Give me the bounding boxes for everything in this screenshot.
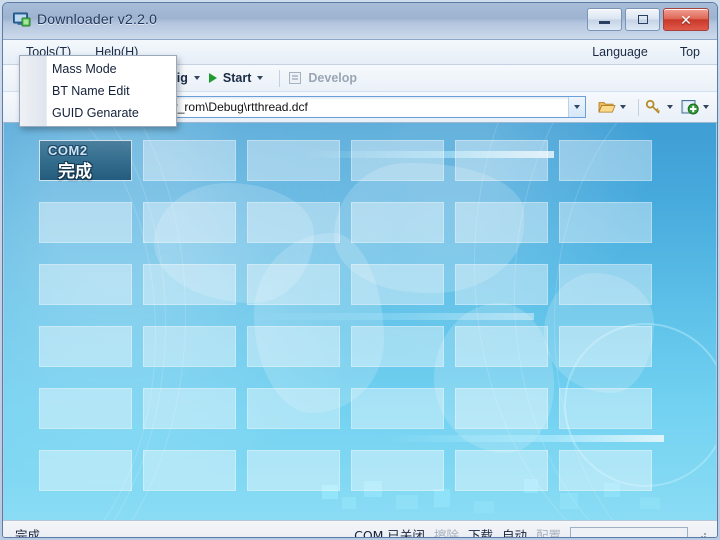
progress-bar (570, 527, 688, 537)
device-slot[interactable] (143, 326, 236, 367)
config-chevron-down-icon[interactable] (193, 76, 200, 80)
device-slot[interactable] (247, 140, 340, 181)
develop-button[interactable]: Develop (308, 71, 357, 85)
document-icon (289, 72, 302, 84)
device-slot[interactable] (351, 202, 444, 243)
device-slot[interactable] (351, 388, 444, 429)
device-slot[interactable] (247, 202, 340, 243)
device-slot[interactable] (559, 388, 652, 429)
minimize-icon (599, 21, 610, 24)
device-slot[interactable] (39, 202, 132, 243)
import-chevron-down-icon[interactable] (703, 105, 709, 109)
menu-item-language[interactable]: Language (587, 43, 653, 61)
resize-grip-icon[interactable] (697, 529, 707, 537)
window-frame: Downloader v2.2.0 ✕ Tools(T) Help(H) Lan… (2, 2, 718, 538)
toolbar-separator (279, 69, 281, 87)
title-bar: Downloader v2.2.0 ✕ (3, 3, 717, 40)
device-slot[interactable] (39, 388, 132, 429)
device-slot[interactable] (143, 388, 236, 429)
device-slot[interactable] (247, 450, 340, 491)
status-message: 完成 (15, 527, 41, 538)
menu-right-items: Language Top (587, 40, 705, 64)
path-dropdown-button[interactable] (568, 97, 585, 117)
device-canvas[interactable]: COM2 完成 (3, 123, 717, 520)
device-slot[interactable] (455, 450, 548, 491)
toolbar-separator (638, 98, 639, 116)
device-slot[interactable] (143, 264, 236, 305)
import-button[interactable] (680, 96, 716, 118)
device-slot[interactable] (143, 140, 236, 181)
key-chevron-down-icon[interactable] (667, 105, 673, 109)
device-slot[interactable] (455, 264, 548, 305)
close-icon: ✕ (680, 11, 692, 28)
status-download[interactable]: 下载 (468, 525, 493, 538)
device-slot[interactable] (351, 140, 444, 181)
device-slot[interactable] (247, 326, 340, 367)
device-slot[interactable] (455, 388, 548, 429)
status-com-state: COM 已关闭 (354, 527, 425, 538)
device-slot[interactable] (559, 264, 652, 305)
device-slot[interactable] (455, 202, 548, 243)
device-slot-active[interactable]: COM2 完成 (39, 140, 132, 182)
status-indicators: COM 已关闭 擦除 下载 自动 配置 (354, 521, 707, 538)
menu-item-mass-mode[interactable]: Mass Mode (20, 58, 176, 80)
path-toolbar-buttons (597, 92, 716, 122)
start-chevron-down-icon[interactable] (257, 76, 264, 80)
device-slot[interactable] (455, 140, 548, 181)
device-slot-state: 完成 (58, 162, 92, 182)
minimize-button[interactable] (587, 8, 622, 31)
window-controls: ✕ (587, 8, 709, 31)
device-slot[interactable] (351, 326, 444, 367)
close-button[interactable]: ✕ (663, 8, 709, 31)
device-slot[interactable] (143, 450, 236, 491)
play-icon (208, 73, 217, 83)
device-slot[interactable] (247, 388, 340, 429)
device-slot[interactable] (39, 326, 132, 367)
window-title: Downloader v2.2.0 (37, 11, 158, 27)
status-bar: 完成 COM 已关闭 擦除 下载 自动 配置 (3, 520, 717, 538)
open-folder-chevron-down-icon[interactable] (620, 105, 626, 109)
device-slot[interactable] (39, 450, 132, 491)
device-slot[interactable] (247, 264, 340, 305)
device-slot[interactable] (351, 264, 444, 305)
device-slot-port: COM2 (48, 143, 88, 158)
folder-open-icon (598, 102, 616, 113)
device-slot[interactable] (143, 202, 236, 243)
status-erase[interactable]: 擦除 (434, 525, 459, 538)
menu-item-top[interactable]: Top (675, 43, 705, 61)
status-config[interactable]: 配置 (536, 525, 561, 538)
green-plus-icon (681, 100, 699, 115)
menu-item-bt-name-edit[interactable]: BT Name Edit (20, 80, 176, 102)
key-button[interactable] (644, 96, 680, 118)
device-slot[interactable] (351, 450, 444, 491)
device-slot[interactable] (559, 202, 652, 243)
menu-item-guid-generate[interactable]: GUID Genarate (20, 102, 176, 124)
device-slot[interactable] (39, 264, 132, 305)
tools-dropdown-menu[interactable]: Mass Mode BT Name Edit GUID Genarate (19, 55, 177, 127)
open-folder-button[interactable] (597, 96, 633, 118)
monitor-icon (13, 12, 31, 27)
chevron-down-icon (574, 105, 580, 109)
application-window: Downloader v2.2.0 ✕ Tools(T) Help(H) Lan… (0, 0, 720, 540)
device-slot[interactable] (559, 450, 652, 491)
maximize-icon (637, 15, 648, 24)
toolbar-items: nfig Start Develop (165, 65, 357, 91)
device-slot[interactable] (455, 326, 548, 367)
key-icon (645, 99, 660, 114)
maximize-button[interactable] (625, 8, 660, 31)
device-slot[interactable] (559, 140, 652, 181)
device-slot[interactable] (559, 326, 652, 367)
device-slot-grid: COM2 完成 (4, 123, 716, 520)
status-auto[interactable]: 自动 (502, 525, 527, 538)
start-button[interactable]: Start (223, 71, 251, 85)
